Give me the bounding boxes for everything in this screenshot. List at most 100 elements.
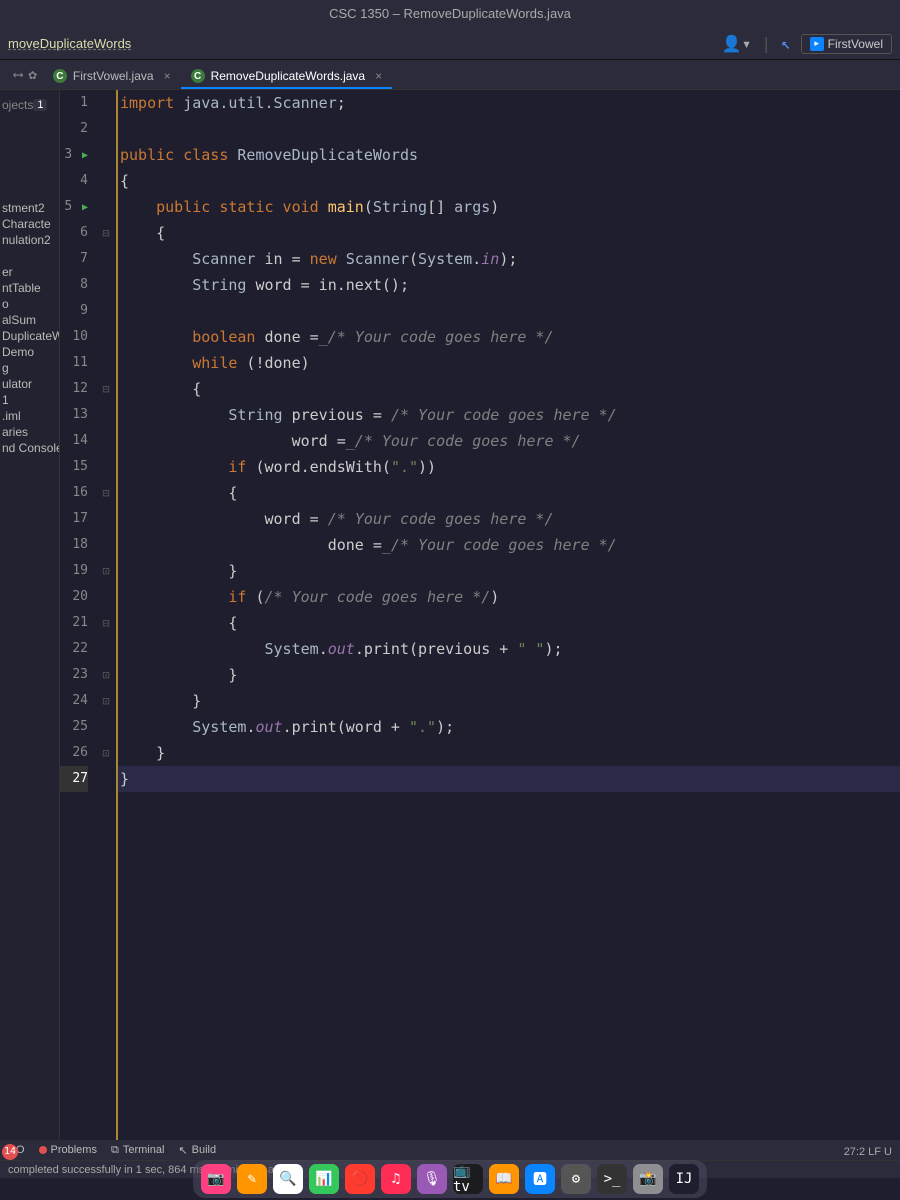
run-config-selector[interactable]: ▸ FirstVowel: [801, 34, 892, 54]
fold-marker[interactable]: [96, 506, 116, 532]
line-number[interactable]: 12: [60, 376, 88, 402]
code-line[interactable]: }: [116, 558, 900, 584]
code-line[interactable]: {: [116, 610, 900, 636]
sidebar-item[interactable]: ntTable: [0, 280, 59, 296]
close-icon[interactable]: ×: [375, 69, 382, 83]
dock-app-icon[interactable]: 🚫: [345, 1164, 375, 1194]
fold-marker[interactable]: [96, 714, 116, 740]
code-line[interactable]: {: [116, 376, 900, 402]
dock-app-icon[interactable]: 🔍: [273, 1164, 303, 1194]
line-number[interactable]: 20: [60, 584, 88, 610]
fold-marker[interactable]: [96, 272, 116, 298]
run-back-icon[interactable]: ↖: [781, 34, 791, 53]
fold-marker[interactable]: [96, 532, 116, 558]
fold-marker[interactable]: [96, 428, 116, 454]
code-line[interactable]: import java.util.Scanner;: [116, 90, 900, 116]
dock-app-icon[interactable]: 🎙: [417, 1164, 447, 1194]
fold-gutter[interactable]: ⊟⊟⊟⊡⊟⊡⊡⊡: [96, 90, 116, 1140]
fold-marker[interactable]: [96, 584, 116, 610]
fold-marker[interactable]: [96, 194, 116, 220]
close-icon[interactable]: ×: [164, 69, 171, 83]
code-line[interactable]: [116, 116, 900, 142]
fold-marker[interactable]: [96, 90, 116, 116]
fold-marker[interactable]: ⊡: [96, 662, 116, 688]
sidebar-item[interactable]: [0, 248, 59, 264]
sidebar-item[interactable]: g: [0, 360, 59, 376]
code-line[interactable]: String previous = /* Your code goes here…: [116, 402, 900, 428]
code-line[interactable]: System.out.print(word + ".");: [116, 714, 900, 740]
code-line[interactable]: done =_/* Your code goes here */: [116, 532, 900, 558]
code-line[interactable]: word = /* Your code goes here */: [116, 506, 900, 532]
dock-app-icon[interactable]: 📖: [489, 1164, 519, 1194]
fold-marker[interactable]: [96, 766, 116, 792]
project-sidebar[interactable]: ojects 1 stment2Charactenulation2 erntTa…: [0, 90, 60, 1140]
line-number[interactable]: 16: [60, 480, 88, 506]
dock-app-icon[interactable]: >_: [597, 1164, 627, 1194]
sidebar-item[interactable]: Demo: [0, 344, 59, 360]
sidebar-item[interactable]: alSum: [0, 312, 59, 328]
fold-marker[interactable]: [96, 350, 116, 376]
fold-marker[interactable]: ⊡: [96, 740, 116, 766]
user-icon[interactable]: 👤▾: [722, 34, 752, 53]
fold-marker[interactable]: [96, 142, 116, 168]
code-line[interactable]: [116, 298, 900, 324]
breadcrumb[interactable]: moveDuplicateWords: [8, 36, 131, 51]
fold-marker[interactable]: [96, 454, 116, 480]
line-number[interactable]: 11: [60, 350, 88, 376]
dock-app-icon[interactable]: ✎: [237, 1164, 267, 1194]
code-line[interactable]: if (word.endsWith(".")): [116, 454, 900, 480]
code-line[interactable]: public class RemoveDuplicateWords: [116, 142, 900, 168]
code-line[interactable]: }: [116, 688, 900, 714]
line-number[interactable]: 14: [60, 428, 88, 454]
sidebar-item[interactable]: DuplicateW: [0, 328, 59, 344]
line-number[interactable]: 15: [60, 454, 88, 480]
line-number[interactable]: 7: [60, 246, 88, 272]
fold-marker[interactable]: [96, 116, 116, 142]
fold-marker[interactable]: [96, 246, 116, 272]
code-line[interactable]: System.out.print(previous + " ");: [116, 636, 900, 662]
code-line[interactable]: Scanner in = new Scanner(System.in);: [116, 246, 900, 272]
fold-marker[interactable]: ⊡: [96, 688, 116, 714]
code-line[interactable]: String word = in.next();: [116, 272, 900, 298]
fold-marker[interactable]: ⊟: [96, 376, 116, 402]
line-number[interactable]: 22: [60, 636, 88, 662]
line-number[interactable]: 18: [60, 532, 88, 558]
run-gutter-icon[interactable]: ▶: [82, 202, 88, 213]
code-line[interactable]: while (!done): [116, 350, 900, 376]
fold-marker[interactable]: ⊟: [96, 220, 116, 246]
sidebar-item[interactable]: stment2: [0, 200, 59, 216]
dock-app-icon[interactable]: 📷: [201, 1164, 231, 1194]
sidebar-item[interactable]: Characte: [0, 216, 59, 232]
code-line[interactable]: word =_/* Your code goes here */: [116, 428, 900, 454]
sidebar-item[interactable]: nulation2: [0, 232, 59, 248]
line-number[interactable]: 27: [60, 766, 88, 792]
line-number-gutter[interactable]: 123 ▶45 ▶6789101112131415161718192021222…: [60, 90, 96, 1140]
fold-marker[interactable]: ⊟: [96, 610, 116, 636]
tab-problems[interactable]: Problems: [39, 1144, 97, 1156]
fold-marker[interactable]: [96, 402, 116, 428]
sidebar-item[interactable]: er: [0, 264, 59, 280]
fold-marker[interactable]: [96, 636, 116, 662]
code-line[interactable]: boolean done =_/* Your code goes here */: [116, 324, 900, 350]
sidebar-item[interactable]: ulator: [0, 376, 59, 392]
macos-dock[interactable]: 📷✎🔍📊🚫♫🎙📺tv📖🅰⚙>_📸IJ: [193, 1160, 707, 1198]
line-number[interactable]: 23: [60, 662, 88, 688]
line-number[interactable]: 24: [60, 688, 88, 714]
code-line[interactable]: {: [116, 168, 900, 194]
code-editor[interactable]: import java.util.Scanner; public class R…: [116, 90, 900, 1140]
line-number[interactable]: 9: [60, 298, 88, 324]
dock-app-icon[interactable]: 📺tv: [453, 1164, 483, 1194]
line-number[interactable]: 1: [60, 90, 88, 116]
fold-marker[interactable]: ⊡: [96, 558, 116, 584]
code-line[interactable]: if (/* Your code goes here */): [116, 584, 900, 610]
line-number[interactable]: 17: [60, 506, 88, 532]
code-line[interactable]: }: [116, 766, 900, 792]
settings-icon[interactable]: ✿: [28, 67, 36, 83]
sidebar-item[interactable]: o: [0, 296, 59, 312]
tab-build[interactable]: ↖Build: [178, 1144, 216, 1157]
dock-app-icon[interactable]: 📊: [309, 1164, 339, 1194]
run-gutter-icon[interactable]: ▶: [82, 150, 88, 161]
dock-app-icon[interactable]: ⚙: [561, 1164, 591, 1194]
line-number[interactable]: 19: [60, 558, 88, 584]
sidebar-item[interactable]: 1: [0, 392, 59, 408]
